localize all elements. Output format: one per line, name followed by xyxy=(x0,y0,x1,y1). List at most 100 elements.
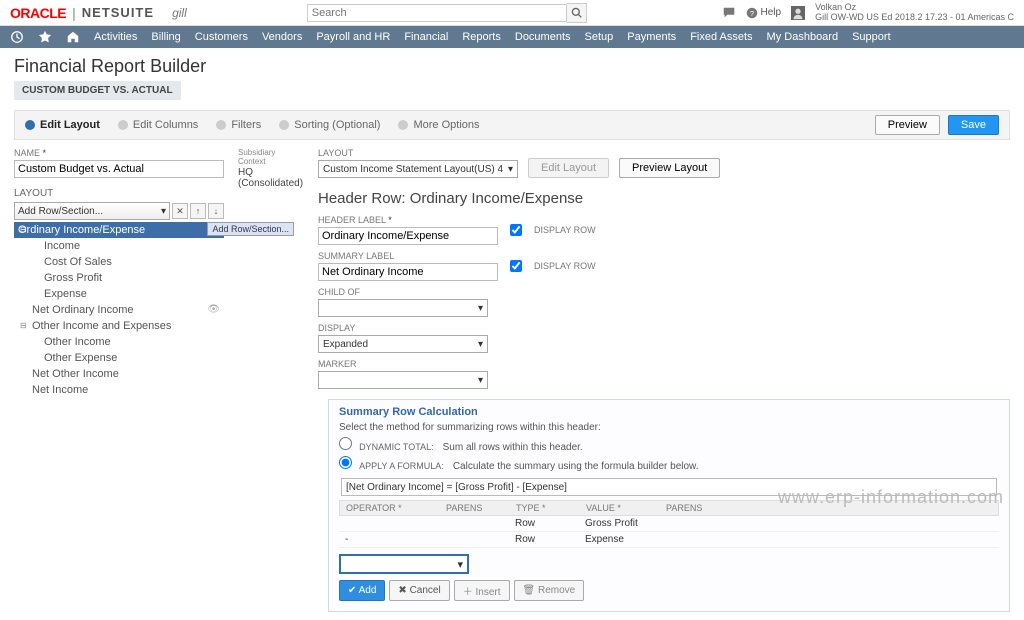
tab-more-options[interactable]: More Options xyxy=(398,119,479,131)
edit-layout-button[interactable]: Edit Layout xyxy=(528,158,609,178)
child-of-select[interactable]: ▾ xyxy=(318,299,488,317)
nav-activities[interactable]: Activities xyxy=(94,31,137,43)
oracle-logo: ORACLE xyxy=(10,5,66,21)
tree-net-income[interactable]: Net Income xyxy=(14,382,224,398)
nav-payments[interactable]: Payments xyxy=(627,31,676,43)
feedback-icon[interactable] xyxy=(722,6,736,20)
summary-label-label: SUMMARY LABEL xyxy=(318,251,498,261)
display-row-checkbox-1[interactable] xyxy=(510,224,522,236)
tree-gross-profit[interactable]: Gross Profit xyxy=(14,270,224,286)
formula-row[interactable]: Row Gross Profit xyxy=(339,516,999,532)
watermark: www.erp-information.com xyxy=(778,487,1004,508)
formula-remove-button[interactable]: 🗑 Remove xyxy=(514,580,585,601)
move-up-button[interactable]: ↑ xyxy=(190,203,206,219)
summary-title: Summary Row Calculation xyxy=(339,406,999,418)
partner-label: gill xyxy=(172,6,187,20)
dynamic-total-desc: Sum all rows within this header. xyxy=(443,442,583,453)
tree-other-income[interactable]: Other Income xyxy=(14,334,224,350)
preview-button[interactable]: Preview xyxy=(875,115,940,135)
layout-dd-label: LAYOUT xyxy=(318,148,518,158)
nav-fixed-assets[interactable]: Fixed Assets xyxy=(690,31,752,43)
nav-billing[interactable]: Billing xyxy=(151,31,180,43)
delete-row-button[interactable]: ✕ xyxy=(172,203,188,219)
nav-customers[interactable]: Customers xyxy=(195,31,248,43)
apply-formula-radio[interactable] xyxy=(339,456,352,469)
visibility-icon[interactable]: 👁 xyxy=(207,304,220,315)
home-icon[interactable] xyxy=(66,30,80,44)
name-label: NAME xyxy=(14,148,224,158)
nav-setup[interactable]: Setup xyxy=(585,31,614,43)
search-button[interactable] xyxy=(567,3,587,23)
formula-add-button[interactable]: ✔ Add xyxy=(339,580,385,601)
name-input[interactable] xyxy=(14,160,224,178)
netsuite-logo: NETSUITE xyxy=(82,5,154,20)
page-title: Financial Report Builder xyxy=(14,56,1010,77)
nav-vendors[interactable]: Vendors xyxy=(262,31,302,43)
tab-edit-layout[interactable]: Edit Layout xyxy=(25,119,100,131)
builder-tabs: Edit Layout Edit Columns Filters Sorting… xyxy=(14,110,1010,140)
search-icon xyxy=(571,7,582,18)
header-label-input[interactable] xyxy=(318,227,498,245)
search-input[interactable] xyxy=(307,4,567,22)
content-area: NAME LAYOUT Add Row/Section... ▾ ✕ ↑ ↓ ⊟… xyxy=(14,148,1010,612)
collapse-icon: ⊟ xyxy=(20,225,27,234)
tab-sorting[interactable]: Sorting (Optional) xyxy=(279,119,380,131)
summary-label-input[interactable] xyxy=(318,263,498,281)
tab-filters[interactable]: Filters xyxy=(216,119,261,131)
tree-expense[interactable]: Expense xyxy=(14,286,224,302)
tree-ordinary-income-expense[interactable]: ⊟ Ordinary Income/Expense Add Row/Sectio… xyxy=(14,222,224,238)
header-row-title: Header Row: Ordinary Income/Expense xyxy=(318,190,1010,207)
display-select[interactable]: Expanded▾ xyxy=(318,335,488,353)
chevron-down-icon: ▾ xyxy=(478,375,483,386)
summary-instruction: Select the method for summarizing rows w… xyxy=(339,422,999,433)
display-row-checkbox-2[interactable] xyxy=(510,260,522,272)
formula-row[interactable]: - Row Expense xyxy=(339,532,999,548)
formula-cancel-button[interactable]: ✖ Cancel xyxy=(389,580,449,601)
subsidiary-context: Subsidiary Context HQ (Consolidated) xyxy=(238,148,304,612)
layout-tree: ⊟ Ordinary Income/Expense Add Row/Sectio… xyxy=(14,222,224,398)
nav-my-dashboard[interactable]: My Dashboard xyxy=(767,31,839,43)
marker-select[interactable]: ▾ xyxy=(318,371,488,389)
move-down-button[interactable]: ↓ xyxy=(208,203,224,219)
top-bar: ORACLE | NETSUITE gill ? Help Volkan Oz … xyxy=(0,0,1024,26)
display-row-label-1: DISPLAY ROW xyxy=(534,225,596,235)
tree-income[interactable]: Income xyxy=(14,238,224,254)
top-right-controls: ? Help Volkan Oz Gill OW-WD US Ed 2018.2… xyxy=(722,3,1014,23)
nav-payroll[interactable]: Payroll and HR xyxy=(316,31,390,43)
dynamic-total-radio[interactable] xyxy=(339,437,352,450)
header-label-label: HEADER LABEL xyxy=(318,215,498,225)
preview-layout-button[interactable]: Preview Layout xyxy=(619,158,720,178)
save-button[interactable]: Save xyxy=(948,115,999,135)
user-role: Gill OW-WD US Ed 2018.2 17.23 - 01 Ameri… xyxy=(815,13,1014,23)
star-icon[interactable] xyxy=(38,30,52,44)
tab-edit-columns[interactable]: Edit Columns xyxy=(118,119,198,131)
add-row-section-dropdown[interactable]: Add Row/Section... ▾ xyxy=(14,202,170,220)
chevron-down-icon: ▾ xyxy=(478,339,483,350)
page-subtitle: CUSTOM BUDGET VS. ACTUAL xyxy=(14,81,181,100)
user-avatar-icon[interactable] xyxy=(791,6,805,20)
page-body: Financial Report Builder CUSTOM BUDGET V… xyxy=(0,48,1024,620)
history-icon[interactable] xyxy=(10,30,24,44)
subsidiary-label: Subsidiary Context xyxy=(238,148,304,166)
tree-other-income-expenses[interactable]: ⊟ Other Income and Expenses xyxy=(14,318,224,334)
add-row-hint[interactable]: Add Row/Section... xyxy=(207,222,294,236)
nav-financial[interactable]: Financial xyxy=(404,31,448,43)
tree-net-ordinary-income[interactable]: Net Ordinary Income 👁 xyxy=(14,302,224,318)
nav-support[interactable]: Support xyxy=(852,31,891,43)
tree-cost-of-sales[interactable]: Cost Of Sales xyxy=(14,254,224,270)
nav-reports[interactable]: Reports xyxy=(462,31,501,43)
layout-section-label: LAYOUT xyxy=(14,188,224,199)
user-info[interactable]: Volkan Oz Gill OW-WD US Ed 2018.2 17.23 … xyxy=(815,3,1014,23)
right-panel: LAYOUT Custom Income Statement Layout(US… xyxy=(318,148,1010,612)
nav-documents[interactable]: Documents xyxy=(515,31,571,43)
child-of-label: CHILD OF xyxy=(318,287,498,297)
tree-net-other-income[interactable]: Net Other Income xyxy=(14,366,224,382)
operator-select[interactable]: ▾ xyxy=(339,554,469,574)
collapse-icon: ⊟ xyxy=(20,321,27,330)
layout-select[interactable]: Custom Income Statement Layout(US) 4 ▾ xyxy=(318,160,518,178)
help-icon[interactable]: ? Help xyxy=(746,7,782,19)
tree-other-expense[interactable]: Other Expense xyxy=(14,350,224,366)
logo-separator: | xyxy=(72,5,76,21)
apply-formula-desc: Calculate the summary using the formula … xyxy=(453,461,699,472)
formula-insert-button[interactable]: ＋ Insert xyxy=(454,580,510,601)
